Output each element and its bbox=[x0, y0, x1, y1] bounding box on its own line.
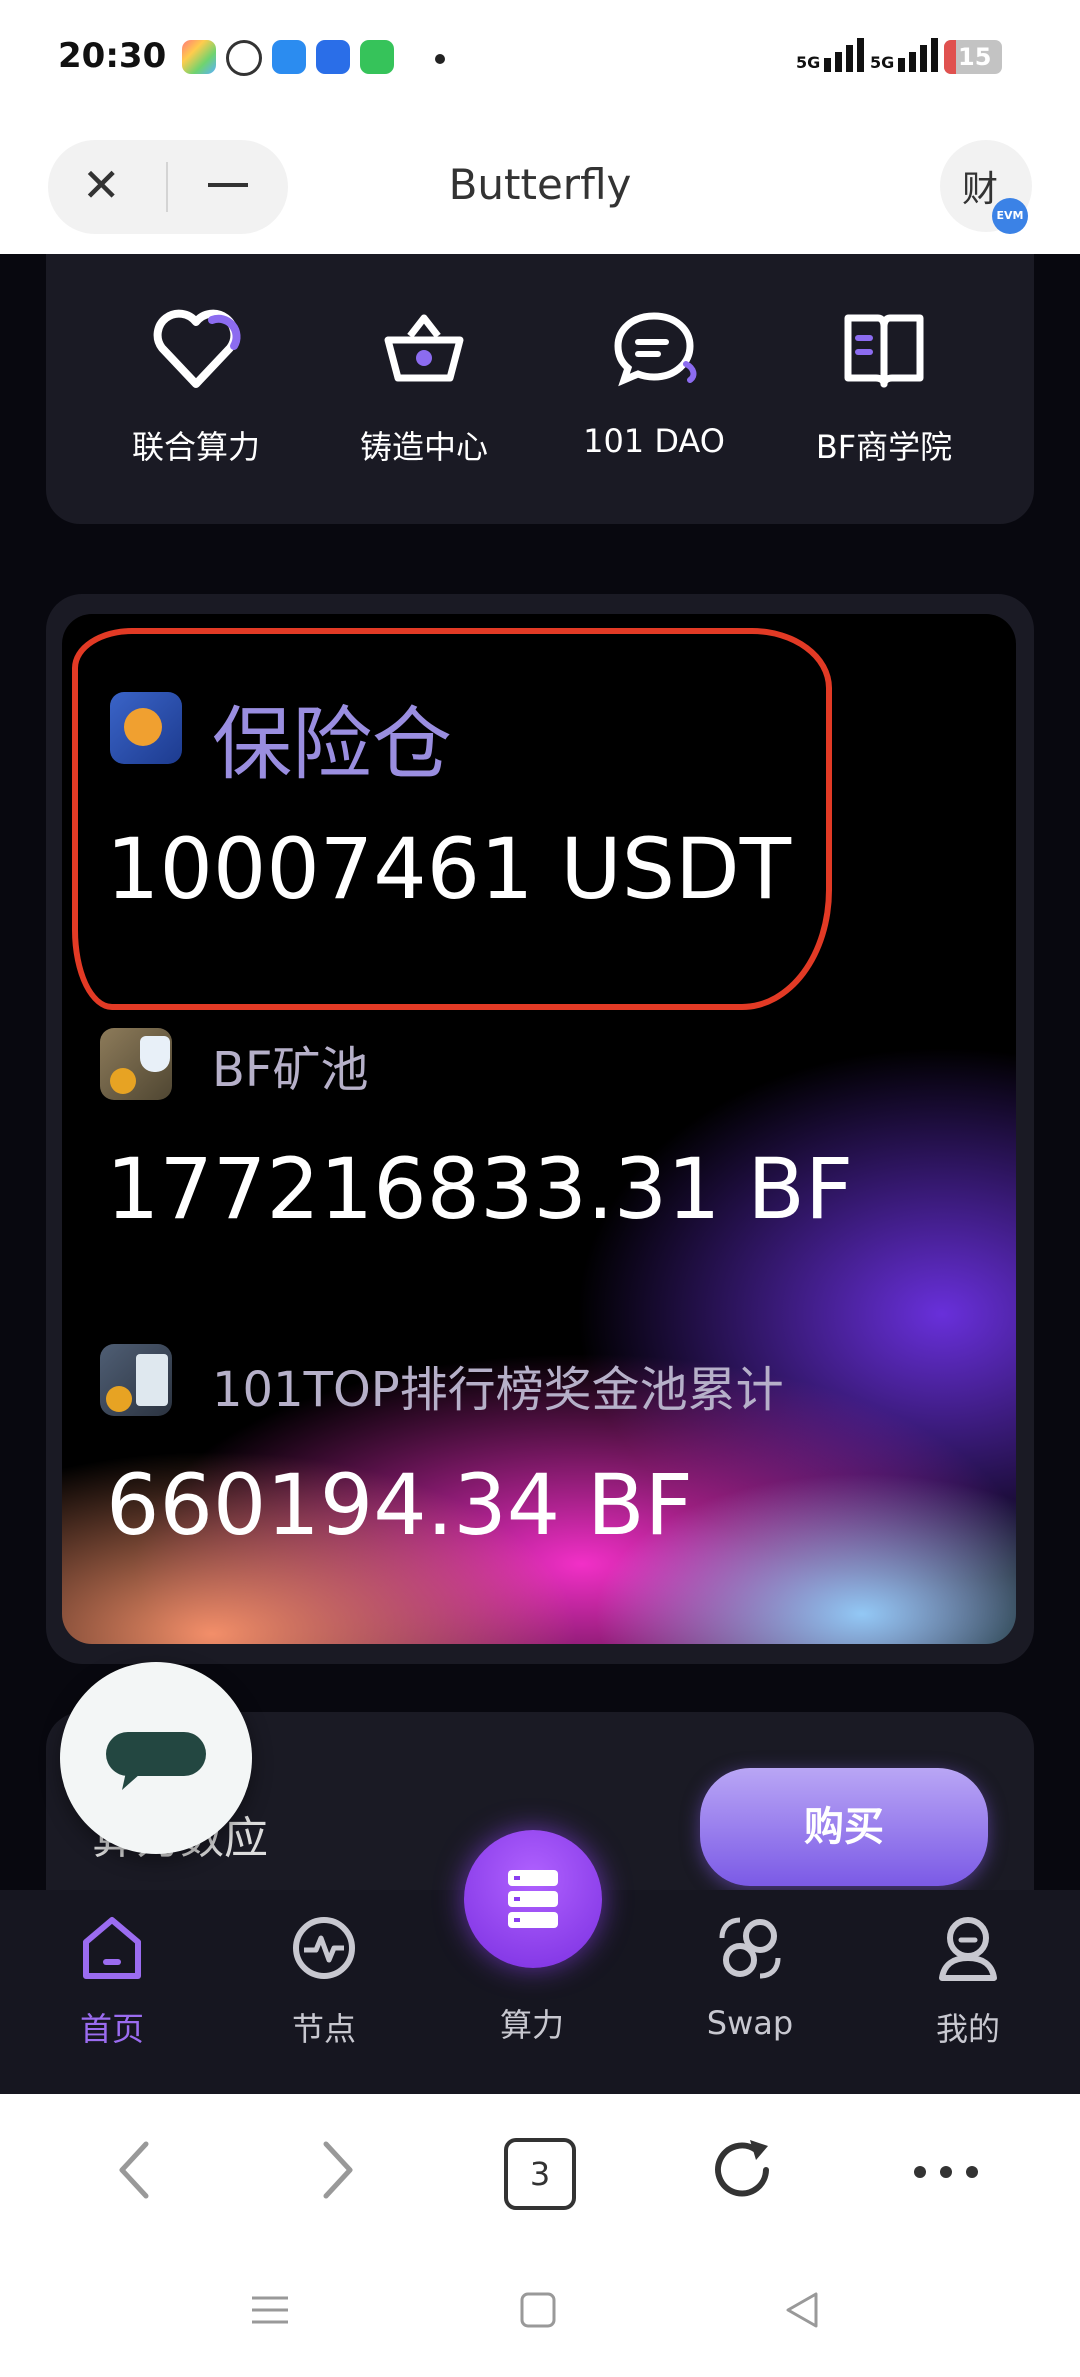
nav-item-home[interactable]: 首页 bbox=[32, 1908, 192, 2050]
nav-item-mine[interactable]: 我的 bbox=[888, 1908, 1048, 2050]
signal-2-icon: 5G bbox=[870, 38, 939, 72]
bf-pool-label: BF矿池 bbox=[212, 1042, 369, 1098]
menu-label: 铸造中心 bbox=[359, 428, 488, 466]
nav-label: 算力 bbox=[499, 2006, 564, 2044]
evm-badge: EVM bbox=[992, 198, 1028, 234]
nav-label: 节点 bbox=[291, 2010, 356, 2048]
signal-1-icon: 5G bbox=[796, 38, 865, 72]
home-icon bbox=[83, 1917, 141, 1979]
refresh-icon[interactable] bbox=[704, 2130, 784, 2210]
cloud-app-icon bbox=[272, 40, 306, 74]
mini-program-label: 财 bbox=[962, 169, 999, 210]
nav-label: 首页 bbox=[79, 2010, 144, 2048]
menu-item-minting-center[interactable]: 铸造中心 bbox=[324, 300, 524, 468]
menu-icon[interactable] bbox=[248, 2288, 292, 2332]
server-icon bbox=[508, 1870, 558, 1928]
bf-pool-value: 177216833.31 BF bbox=[106, 1140, 854, 1238]
back-icon[interactable] bbox=[104, 2130, 164, 2210]
menu-item-bf-academy[interactable]: BF商学院 bbox=[784, 300, 984, 468]
menu-item-joint-power[interactable]: 联合算力 bbox=[96, 300, 296, 468]
basket-icon bbox=[384, 314, 464, 382]
user-icon bbox=[939, 1917, 997, 1981]
battery-icon: 15 bbox=[944, 40, 1002, 74]
chat-icon bbox=[614, 312, 697, 387]
back-nav-icon[interactable] bbox=[780, 2288, 824, 2332]
nav-label: 我的 bbox=[935, 2010, 1000, 2048]
buy-button[interactable]: 购买 bbox=[700, 1768, 988, 1886]
phone-app-icon bbox=[360, 40, 394, 74]
more-icon[interactable] bbox=[906, 2130, 986, 2210]
page-title: Butterfly bbox=[448, 160, 632, 209]
nav-label: Swap bbox=[706, 2004, 794, 2042]
pulse-icon bbox=[293, 1917, 355, 1979]
menu-label: 101 DAO bbox=[583, 422, 725, 460]
forward-icon[interactable] bbox=[308, 2130, 368, 2210]
top-pool-label: 101TOP排行榜奖金池累计 bbox=[212, 1362, 784, 1418]
support-chat-button[interactable] bbox=[60, 1662, 252, 1854]
book-icon bbox=[844, 314, 924, 388]
chat-bubble-icon bbox=[106, 1732, 206, 1790]
nav-item-power[interactable]: 算力 bbox=[452, 1988, 612, 2046]
swap-icon bbox=[719, 1917, 781, 1979]
annotation-highlight bbox=[72, 628, 832, 1010]
home-button-icon[interactable] bbox=[516, 2288, 560, 2332]
photos-app-icon bbox=[182, 40, 216, 74]
battery-level: 15 bbox=[958, 43, 992, 71]
notification-icons bbox=[182, 40, 394, 76]
nav-item-node[interactable]: 节点 bbox=[244, 1908, 404, 2050]
money-bag-icon bbox=[100, 1028, 172, 1100]
menu-item-101-dao[interactable]: 101 DAO bbox=[554, 300, 754, 460]
network-label-1: 5G bbox=[796, 53, 821, 72]
nav-item-swap[interactable]: Swap bbox=[670, 1908, 830, 2042]
menu-label: 联合算力 bbox=[131, 428, 260, 466]
status-time: 20:30 bbox=[58, 36, 167, 76]
menu-label: BF商学院 bbox=[815, 428, 953, 466]
heart-icon bbox=[153, 309, 241, 388]
top-pool-value: 660194.34 BF bbox=[106, 1456, 693, 1554]
baidu-app-icon bbox=[316, 40, 350, 74]
chart-coins-icon bbox=[100, 1344, 172, 1416]
more-notifications-dot bbox=[435, 54, 445, 64]
message-app-icon bbox=[226, 40, 262, 76]
tabs-button[interactable]: 3 bbox=[504, 2138, 576, 2210]
center-power-button[interactable] bbox=[464, 1830, 602, 1968]
network-label-2: 5G bbox=[870, 53, 895, 72]
